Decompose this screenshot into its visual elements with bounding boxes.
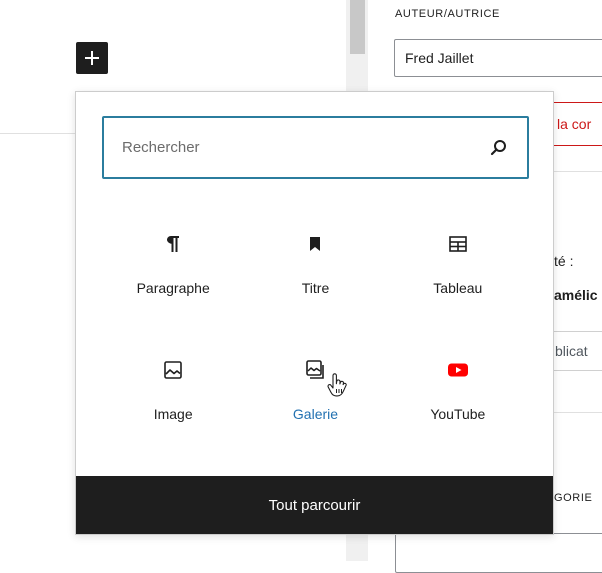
block-table[interactable]: Tableau — [387, 222, 529, 348]
youtube-icon — [446, 358, 470, 382]
block-youtube[interactable]: YouTube — [387, 348, 529, 474]
add-block-button[interactable] — [76, 42, 108, 74]
sidebar-divider — [546, 412, 602, 413]
block-image[interactable]: Image — [102, 348, 244, 474]
search-field[interactable] — [102, 116, 529, 179]
block-label: Paragraphe — [136, 280, 210, 296]
block-label: Galerie — [292, 406, 339, 422]
search-icon[interactable] — [489, 138, 509, 158]
improve-label: amélic — [554, 287, 598, 303]
sidebar-divider — [546, 171, 602, 172]
author-label: AUTEUR/AUTRICE — [395, 8, 500, 20]
heading-bookmark-icon — [303, 232, 327, 256]
block-label: Titre — [301, 280, 330, 296]
block-gallery[interactable]: Galerie — [244, 348, 386, 474]
browse-all-button[interactable]: Tout parcourir — [76, 476, 553, 534]
notice-banner: la cor — [546, 102, 602, 146]
scrollbar-thumb[interactable] — [350, 0, 365, 54]
table-icon — [446, 232, 470, 256]
hand-cursor-icon — [327, 373, 348, 397]
paragraph-icon — [161, 232, 185, 256]
visibility-label: té : — [554, 253, 574, 269]
image-icon — [161, 358, 185, 382]
block-heading[interactable]: Titre — [244, 222, 386, 348]
search-input[interactable] — [122, 139, 489, 156]
category-label: GORIE — [554, 492, 593, 504]
category-box[interactable] — [395, 533, 602, 573]
block-inserter-popover: Paragraphe Titre Tableau — [75, 91, 554, 535]
plus-icon — [85, 51, 99, 65]
block-label: Tableau — [433, 280, 483, 296]
block-label: Image — [153, 406, 193, 422]
publish-button[interactable]: blicat — [546, 331, 602, 371]
block-list: Paragraphe Titre Tableau Image Galerie Y… — [102, 222, 529, 474]
block-label: YouTube — [430, 406, 486, 422]
block-paragraph[interactable]: Paragraphe — [102, 222, 244, 348]
author-select[interactable]: Fred Jaillet — [394, 39, 602, 77]
gallery-icon — [303, 358, 327, 382]
